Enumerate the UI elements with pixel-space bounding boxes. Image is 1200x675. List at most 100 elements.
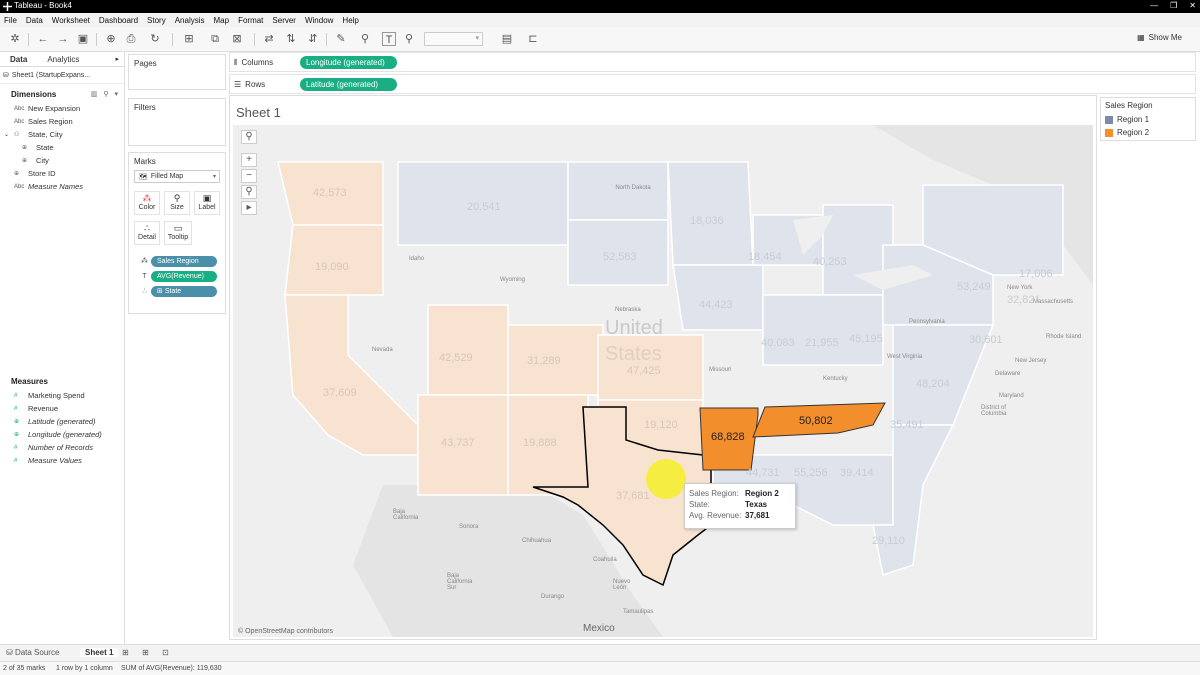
- save-icon[interactable]: ▣: [76, 32, 90, 46]
- data-source-item[interactable]: ⛁ Sheet1 (StartupExpans...: [0, 67, 124, 84]
- field-marketing-spend[interactable]: # Marketing Spend: [0, 389, 125, 402]
- field-city[interactable]: ⊕ City: [0, 154, 124, 167]
- collapse-icon[interactable]: ⌄: [4, 131, 9, 138]
- new-story-tab-icon[interactable]: ⊡: [162, 648, 169, 657]
- fix-axes-icon[interactable]: ⚲: [402, 32, 416, 46]
- tab-data[interactable]: Data: [0, 52, 37, 66]
- field-new-expansion[interactable]: Abc New Expansion: [0, 102, 124, 115]
- place-label: Chihuahua: [522, 538, 552, 544]
- place-label: Idaho: [409, 256, 425, 262]
- state-utah[interactable]: [427, 304, 509, 396]
- map-search-icon[interactable]: ⚲: [241, 130, 257, 144]
- toolbar-separator: [254, 33, 255, 46]
- columns-shelf[interactable]: ⦀ Columns Longitude (generated): [229, 52, 1196, 72]
- presentation-mode-icon[interactable]: ⊏: [526, 32, 540, 46]
- menu-file[interactable]: File: [4, 16, 17, 25]
- field-revenue[interactable]: # Revenue: [0, 402, 125, 415]
- detail-button[interactable]: ∴ Detail: [134, 221, 160, 245]
- show-mark-labels-icon[interactable]: T: [382, 32, 396, 46]
- field-state[interactable]: ⊕ State: [0, 141, 124, 154]
- swap-rows-columns-icon[interactable]: ⇄: [262, 32, 276, 46]
- menu-story[interactable]: Story: [147, 16, 166, 25]
- pill-sales-region[interactable]: Sales Region: [151, 256, 217, 267]
- menu-analysis[interactable]: Analysis: [175, 16, 205, 25]
- window-titlebar: Tableau - Book4 — ❐ ✕: [0, 0, 1200, 13]
- new-data-source-icon[interactable]: ⊕: [104, 32, 118, 46]
- clear-sheet-icon[interactable]: ⊠: [230, 32, 244, 46]
- filled-map[interactable]: ⚲ + − ⚲ ▸ North Dakota Idaho Wyoming Neb…: [233, 125, 1093, 637]
- pin-map-icon[interactable]: ⚲: [241, 185, 257, 199]
- menu-format[interactable]: Format: [238, 16, 263, 25]
- new-worksheet-icon[interactable]: ⊞: [182, 32, 196, 46]
- new-dashboard-tab-icon[interactable]: ⊞: [142, 648, 149, 657]
- state-oregon[interactable]: [284, 224, 384, 296]
- pane-menu-icon[interactable]: ▸: [110, 52, 124, 66]
- dimensions-actions[interactable]: ▥ ⚲ ▾: [91, 90, 120, 98]
- field-latitude-generated[interactable]: ⊕ Latitude (generated): [0, 415, 125, 428]
- pill-avg-revenue[interactable]: AVG(Revenue): [151, 271, 217, 282]
- pill-state[interactable]: ⊞ State: [151, 286, 217, 297]
- mark-type-dropdown[interactable]: 🗺 Filled Map ▾: [134, 170, 220, 183]
- refresh-icon[interactable]: ↻: [148, 32, 162, 46]
- new-worksheet-tab-icon[interactable]: ⊞: [122, 648, 129, 657]
- field-state-city-hierarchy[interactable]: ⌄ ⚇ State, City: [0, 128, 124, 141]
- zoom-in-icon[interactable]: +: [241, 153, 257, 167]
- globe-icon: ⊕: [22, 145, 28, 151]
- undo-icon[interactable]: ←: [36, 32, 50, 46]
- filters-card[interactable]: Filters: [128, 98, 226, 146]
- sort-descending-icon[interactable]: ⇵: [306, 32, 320, 46]
- field-number-of-records[interactable]: # Number of Records: [0, 441, 125, 454]
- field-sales-region[interactable]: Abc Sales Region: [0, 115, 124, 128]
- state-illinois-indiana-ohio[interactable]: [762, 294, 884, 366]
- place-label: Wyoming: [500, 277, 525, 283]
- fit-dropdown[interactable]: ▾: [424, 32, 483, 46]
- map-canvas[interactable]: [233, 125, 1093, 637]
- state-minnesota[interactable]: [667, 161, 754, 266]
- expand-toolbar-icon[interactable]: ▸: [241, 201, 257, 215]
- legend-swatch: [1105, 115, 1113, 124]
- maximize-icon[interactable]: ❐: [1170, 1, 1177, 10]
- rows-shelf[interactable]: ☰ Rows Latitude (generated): [229, 74, 1196, 94]
- redo-icon[interactable]: →: [56, 32, 70, 46]
- duplicate-sheet-icon[interactable]: ⧉: [208, 32, 222, 46]
- dimensions-header: Dimensions ▥ ⚲ ▾: [0, 87, 124, 102]
- pill-latitude-generated[interactable]: Latitude (generated): [300, 78, 397, 91]
- state-north-dakota[interactable]: [567, 161, 669, 221]
- label-button[interactable]: ▣ Label: [194, 191, 220, 215]
- menu-server[interactable]: Server: [272, 16, 296, 25]
- color-button[interactable]: ⁂ Color: [134, 191, 160, 215]
- legend-item-region-1[interactable]: Region 1: [1101, 113, 1195, 126]
- menu-help[interactable]: Help: [342, 16, 358, 25]
- legend-item-region-2[interactable]: Region 2: [1101, 126, 1195, 139]
- color-legend[interactable]: Sales Region Region 1 Region 2: [1100, 97, 1196, 141]
- expand-state-icon[interactable]: ⊞: [157, 288, 165, 295]
- field-store-id[interactable]: ⊕ Store ID: [0, 167, 124, 180]
- state-iowa[interactable]: [672, 264, 764, 331]
- sort-ascending-icon[interactable]: ⇅: [284, 32, 298, 46]
- menu-dashboard[interactable]: Dashboard: [99, 16, 138, 25]
- menu-map[interactable]: Map: [214, 16, 230, 25]
- menu-worksheet[interactable]: Worksheet: [52, 16, 90, 25]
- tooltip-button[interactable]: ▭ Tooltip: [164, 221, 192, 245]
- zoom-out-icon[interactable]: −: [241, 169, 257, 183]
- tab-analytics[interactable]: Analytics: [37, 52, 89, 66]
- tableau-home-icon[interactable]: ✲: [8, 32, 22, 46]
- field-longitude-generated[interactable]: ⊕ Longitude (generated): [0, 428, 125, 441]
- pages-card[interactable]: Pages: [128, 54, 226, 90]
- pill-longitude-generated[interactable]: Longitude (generated): [300, 56, 397, 69]
- minimize-icon[interactable]: —: [1150, 1, 1158, 10]
- menu-data[interactable]: Data: [26, 16, 43, 25]
- group-members-icon[interactable]: ⚲: [358, 32, 372, 46]
- highlight-icon[interactable]: ✎: [334, 32, 348, 46]
- show-cards-icon[interactable]: ▤: [500, 32, 514, 46]
- show-me-button[interactable]: ▦ Show Me: [1137, 33, 1182, 42]
- state-value-label: 37,609: [323, 387, 357, 399]
- close-icon[interactable]: ✕: [1189, 1, 1196, 10]
- tab-data-source[interactable]: ⛁ Data Source: [6, 648, 59, 657]
- size-button[interactable]: ⚲ Size: [164, 191, 190, 215]
- tab-sheet-1[interactable]: Sheet 1: [80, 648, 119, 657]
- field-measure-names[interactable]: Abc Measure Names: [0, 180, 124, 193]
- field-measure-values[interactable]: # Measure Values: [0, 454, 125, 467]
- menu-window[interactable]: Window: [305, 16, 333, 25]
- pause-updates-icon[interactable]: ⎙: [124, 32, 138, 46]
